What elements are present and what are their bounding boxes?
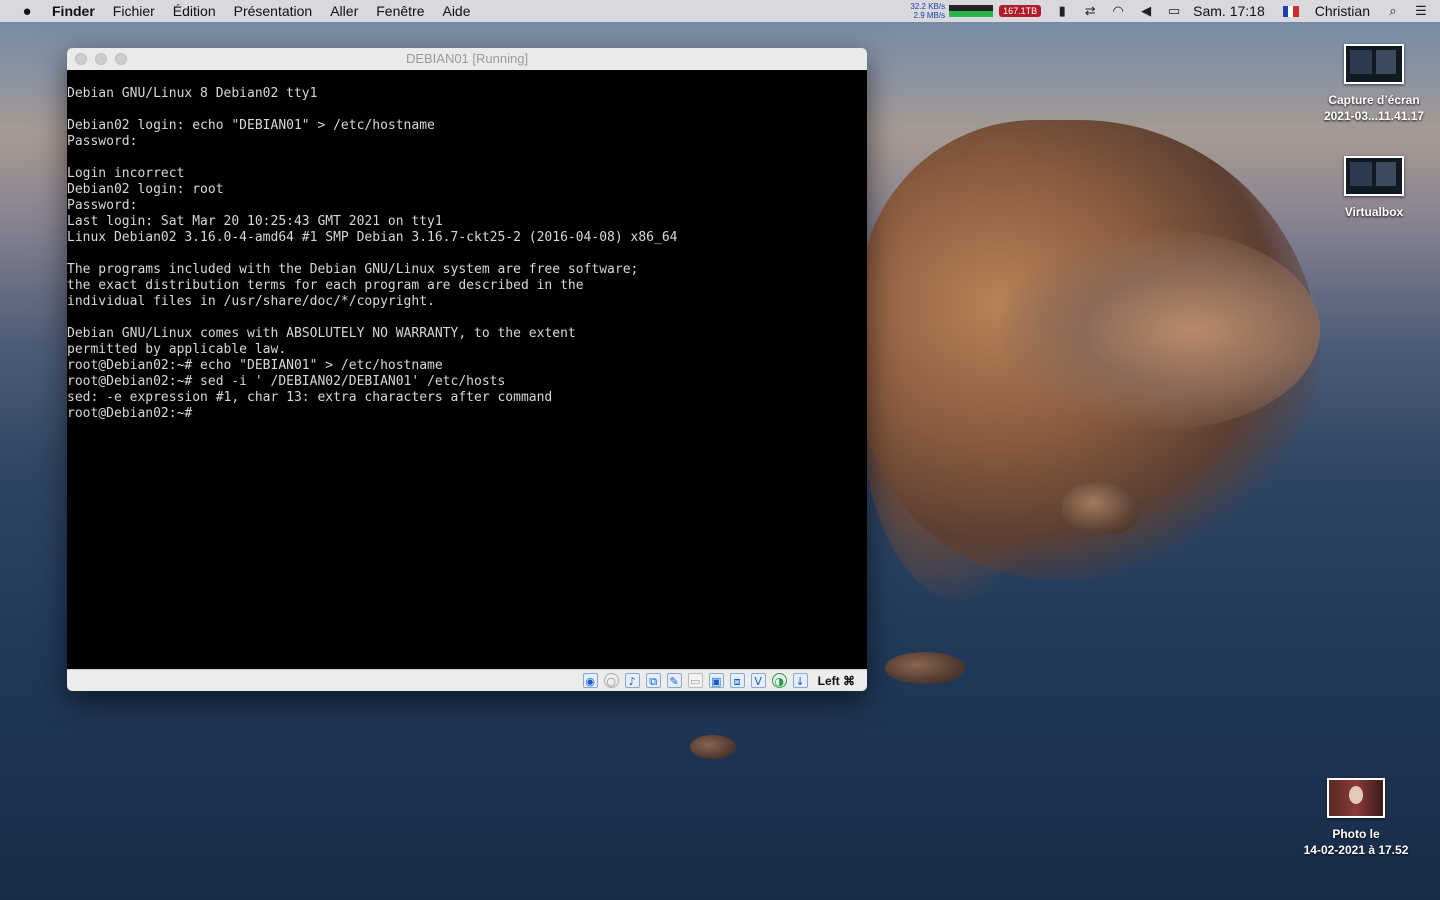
- desktop-icon-label: Capture d’écran: [1328, 93, 1420, 107]
- virtualbox-thumbnail-icon: [1344, 156, 1404, 196]
- menu-bar: ● Finder Fichier Édition Présentation Al…: [0, 0, 1440, 22]
- shared-folders-icon[interactable]: ▭: [687, 673, 703, 688]
- console-line: Password:: [67, 198, 138, 213]
- menu-presentation[interactable]: Présentation: [234, 3, 313, 19]
- console-line: root@Debian02:~#: [67, 406, 193, 421]
- user-name[interactable]: Christian: [1315, 3, 1370, 19]
- sync-icon[interactable]: ⇄: [1081, 3, 1099, 19]
- clock[interactable]: Sam. 17:18: [1193, 3, 1265, 19]
- menu-aller[interactable]: Aller: [330, 3, 358, 19]
- wallpaper-rock-shore: [885, 652, 965, 684]
- desktop-icon-label: 14-02-2021 à 17.52: [1303, 843, 1409, 857]
- disk-badge[interactable]: 167.1TB: [999, 5, 1042, 17]
- console-line: sed: -e expression #1, char 13: extra ch…: [67, 390, 553, 405]
- console-line: Login incorrect: [67, 166, 185, 181]
- console-line: Debian02 login: echo "DEBIAN01" > /etc/h…: [67, 118, 435, 133]
- status-area: 32.2 KB/s 2.9 MB/s 167.1TB ▮ ⇄ ◠ ◀ ▭ Sam…: [910, 0, 1440, 22]
- window-titlebar[interactable]: DEBIAN01 [Running]: [67, 48, 867, 71]
- host-key: Left ⌘: [817, 673, 855, 688]
- photo-thumbnail-icon: [1327, 778, 1385, 818]
- console-line: the exact distribution terms for each pr…: [67, 278, 584, 293]
- menu-edition[interactable]: Édition: [173, 3, 216, 19]
- console-line: The programs included with the Debian GN…: [67, 262, 639, 277]
- console-line: Debian GNU/Linux 8 Debian02 tty1: [67, 86, 318, 101]
- battery-icon[interactable]: ▭: [1165, 3, 1183, 19]
- video-capture-icon[interactable]: ⧈: [729, 673, 745, 688]
- french-flag-icon[interactable]: [1282, 5, 1299, 17]
- console-line: Last login: Sat Mar 20 10:25:43 GMT 2021…: [67, 214, 443, 229]
- desktop-icon-label: 2021-03...11.41.17: [1323, 109, 1425, 123]
- search-icon[interactable]: ⌕: [1384, 3, 1402, 19]
- net-upload: 32.2 KB/s: [910, 2, 946, 11]
- network-graph: [949, 5, 994, 17]
- console-line: individual files in /usr/share/doc/*/cop…: [67, 294, 435, 309]
- wallpaper-rock: [1062, 482, 1140, 534]
- mouse-integration-icon[interactable]: ↓: [792, 673, 808, 688]
- display-icon[interactable]: ▣: [708, 673, 724, 688]
- desktop-icon-photo[interactable]: Photo le 14-02-2021 à 17.52: [1290, 778, 1422, 858]
- battery-status-icon[interactable]: ▮: [1053, 3, 1071, 19]
- network-icon[interactable]: ⧉: [645, 673, 661, 688]
- menu-aide[interactable]: Aide: [442, 3, 470, 19]
- net-download: 2.9 MB/s: [913, 11, 946, 20]
- screenshot-thumbnail-icon: [1344, 44, 1404, 84]
- volume-icon[interactable]: ◀: [1137, 3, 1155, 19]
- cpu-icon[interactable]: V: [750, 673, 766, 688]
- wifi-icon[interactable]: ◠: [1109, 3, 1127, 19]
- guest-additions-icon[interactable]: ◑: [771, 673, 787, 688]
- audio-icon[interactable]: ♪: [624, 673, 640, 688]
- menu-fenetre[interactable]: Fenêtre: [376, 3, 424, 19]
- optical-drive-icon[interactable]: ○: [603, 673, 619, 688]
- window-title: DEBIAN01 [Running]: [405, 51, 529, 66]
- notification-center-icon[interactable]: ☰: [1412, 3, 1430, 19]
- menu-finder[interactable]: Finder: [52, 3, 95, 19]
- wallpaper-hills: [1000, 230, 1320, 430]
- desktop-icon-label: Photo le: [1332, 827, 1380, 841]
- console-line: Password:: [67, 134, 138, 149]
- hard-disk-icon[interactable]: ◉: [582, 673, 598, 688]
- menu-fichier[interactable]: Fichier: [113, 3, 155, 19]
- console-line: permitted by applicable law.: [67, 342, 287, 357]
- vm-status-bar: ◉ ○ ♪ ⧉ ✎ ▭ ▣ ⧈ V ◑ ↓ Left ⌘: [67, 669, 867, 691]
- console-line: Debian02 login: root: [67, 182, 224, 197]
- desktop-icon-label: Virtualbox: [1344, 205, 1404, 219]
- console-line: root@Debian02:~# sed -i ' /DEBIAN02/DEBI…: [67, 374, 506, 389]
- usb-icon[interactable]: ✎: [666, 673, 682, 688]
- desktop-icon-screenshot[interactable]: Capture d’écran 2021-03...11.41.17: [1308, 44, 1440, 124]
- desktop-icon-virtualbox[interactable]: Virtualbox: [1308, 156, 1440, 220]
- console-line: root@Debian02:~# echo "DEBIAN01" > /etc/…: [67, 358, 443, 373]
- vm-console[interactable]: Debian GNU/Linux 8 Debian02 tty1 Debian02…: [67, 70, 867, 670]
- console-line: Debian GNU/Linux comes with ABSOLUTELY N…: [67, 326, 576, 341]
- wallpaper-rock-small: [690, 735, 736, 759]
- network-speed[interactable]: 32.2 KB/s 2.9 MB/s: [910, 2, 945, 20]
- virtualbox-window: DEBIAN01 [Running] Debian GNU/Linux 8 De…: [67, 48, 867, 691]
- apple-menu-icon[interactable]: ●: [18, 3, 36, 20]
- console-line: Linux Debian02 3.16.0-4-amd64 #1 SMP Deb…: [67, 230, 678, 245]
